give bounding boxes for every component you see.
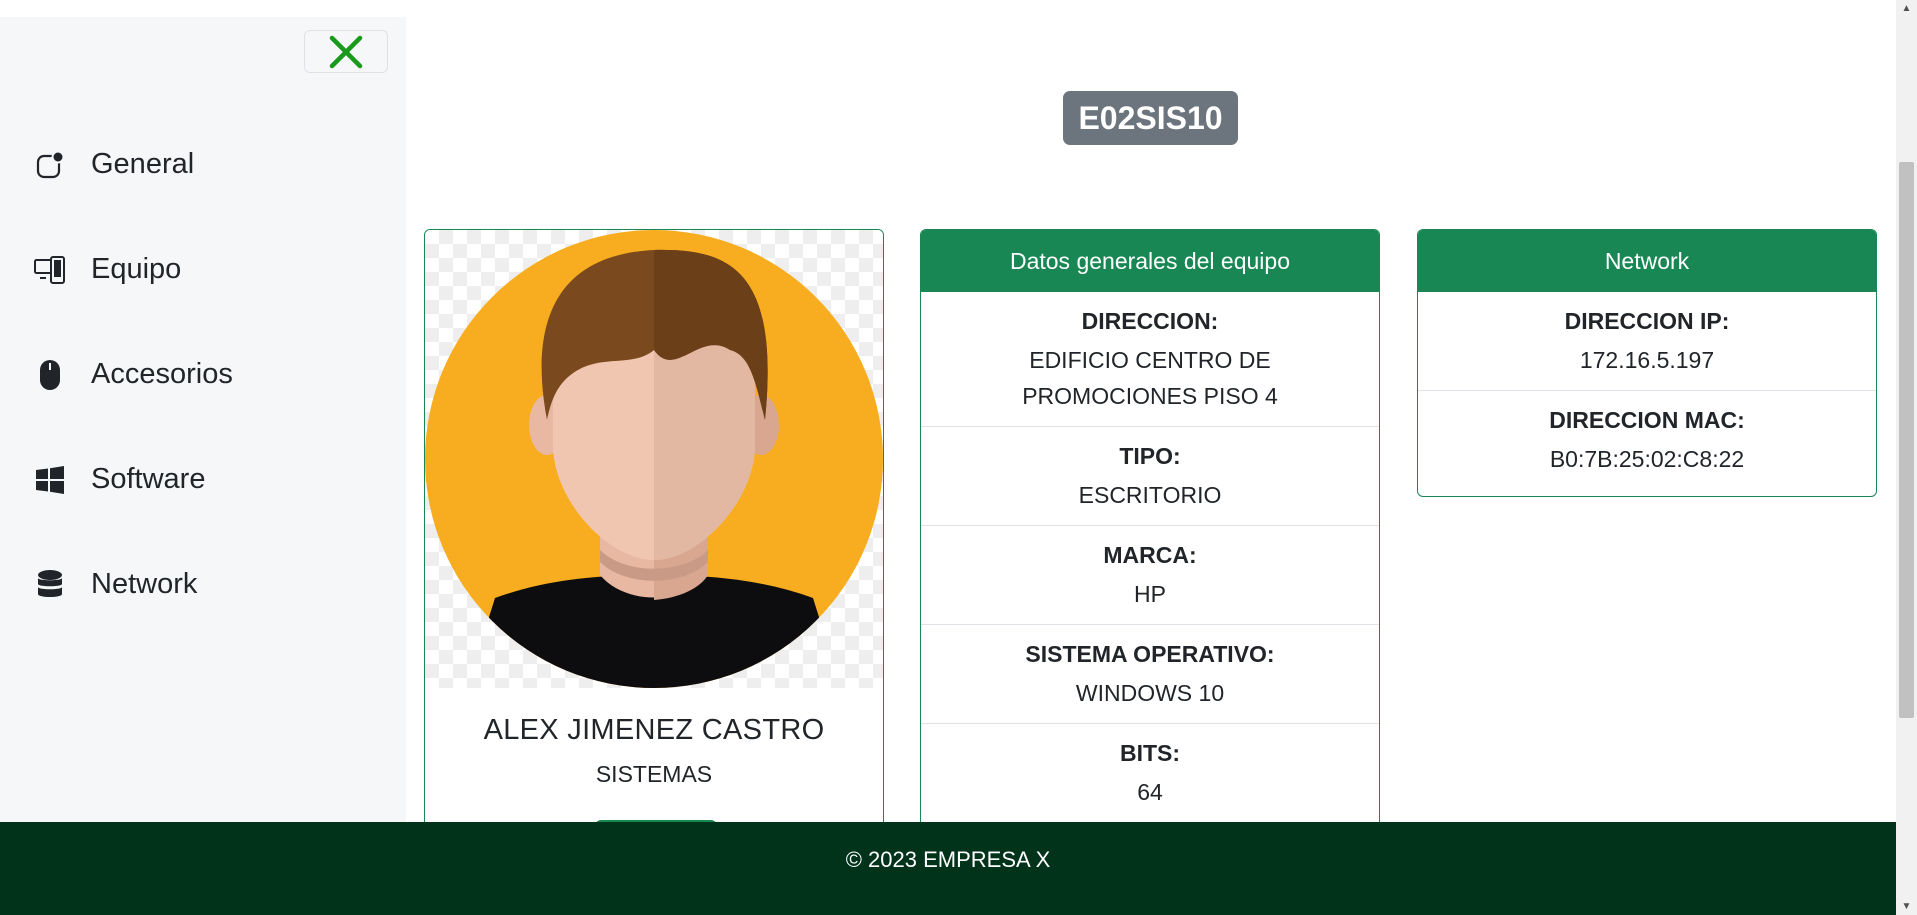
general-icon: [34, 149, 66, 181]
network-card: Network DIRECCION IP: 172.16.5.197 DIREC…: [1417, 229, 1877, 497]
sidebar-item-label: Network: [91, 568, 198, 600]
field-value: 172.16.5.197: [1579, 347, 1715, 373]
field-label: SISTEMA OPERATIVO:: [1025, 641, 1275, 667]
field-label: DIRECCION MAC:: [1549, 407, 1745, 433]
field-label: BITS:: [1119, 740, 1181, 766]
hostname-badge: E02SIS10: [1063, 91, 1238, 145]
scrollbar-thumb[interactable]: [1899, 162, 1914, 718]
windows-icon: [34, 464, 66, 496]
footer: © 2023 EMPRESA X: [0, 822, 1896, 915]
field-value: B0:7B:25:02:C8:22: [1549, 446, 1745, 472]
devices-icon: [34, 254, 66, 286]
user-department: SISTEMAS: [595, 761, 713, 787]
scroll-up-icon[interactable]: ▲: [1896, 0, 1917, 17]
sidebar: General Equipo Accesorios Software Netwo…: [0, 17, 406, 823]
user-card: ALEX JIMENEZ CASTRO SISTEMAS: [424, 229, 884, 839]
sidebar-item-equipo[interactable]: Equipo: [0, 217, 406, 322]
user-name: ALEX JIMENEZ CASTRO: [483, 714, 825, 746]
close-sidebar-button[interactable]: [304, 30, 388, 73]
field-label: DIRECCION:: [1081, 308, 1219, 334]
card-title: Datos generales del equipo: [921, 230, 1379, 292]
sidebar-item-label: Equipo: [91, 253, 182, 285]
field-direccion: DIRECCION: EDIFICIO CENTRO DE PROMOCIONE…: [921, 292, 1379, 427]
field-sistema-operativo: SISTEMA OPERATIVO: WINDOWS 10: [921, 625, 1379, 724]
sidebar-item-general[interactable]: General: [0, 112, 406, 217]
card-title: Network: [1418, 230, 1876, 292]
field-label: TIPO:: [1119, 443, 1181, 469]
sidebar-nav: General Equipo Accesorios Software Netwo…: [0, 112, 406, 637]
field-tipo: TIPO: ESCRITORIO: [921, 427, 1379, 526]
mouse-icon: [34, 359, 66, 391]
field-mac: DIRECCION MAC: B0:7B:25:02:C8:22: [1418, 391, 1876, 489]
general-data-card: Datos generales del equipo DIRECCION: ED…: [920, 229, 1380, 839]
scroll-down-icon[interactable]: ▼: [1896, 898, 1917, 915]
database-icon: [34, 569, 66, 601]
avatar: [425, 230, 883, 688]
field-label: MARCA:: [1103, 542, 1197, 568]
field-value: HP: [1134, 581, 1166, 607]
sidebar-item-label: Software: [91, 463, 206, 495]
field-value: WINDOWS 10: [1075, 680, 1225, 706]
field-marca: MARCA: HP: [921, 526, 1379, 625]
sidebar-item-accesorios[interactable]: Accesorios: [0, 322, 406, 427]
sidebar-item-software[interactable]: Software: [0, 427, 406, 532]
field-label: DIRECCION IP:: [1564, 308, 1730, 334]
x-icon: [329, 35, 363, 68]
field-ip: DIRECCION IP: 172.16.5.197: [1418, 292, 1876, 391]
field-bits: BITS: 64: [921, 724, 1379, 822]
field-value: ESCRITORIO: [1078, 482, 1222, 508]
sidebar-item-network[interactable]: Network: [0, 532, 406, 637]
sidebar-item-label: General: [91, 148, 195, 180]
avatar-illustration: [425, 230, 883, 688]
field-value: EDIFICIO CENTRO DE PROMOCIONES PISO 4: [1022, 347, 1278, 409]
sidebar-item-label: Accesorios: [91, 358, 233, 390]
field-value: 64: [1137, 779, 1163, 805]
vertical-scrollbar[interactable]: ▲ ▼: [1896, 0, 1917, 915]
